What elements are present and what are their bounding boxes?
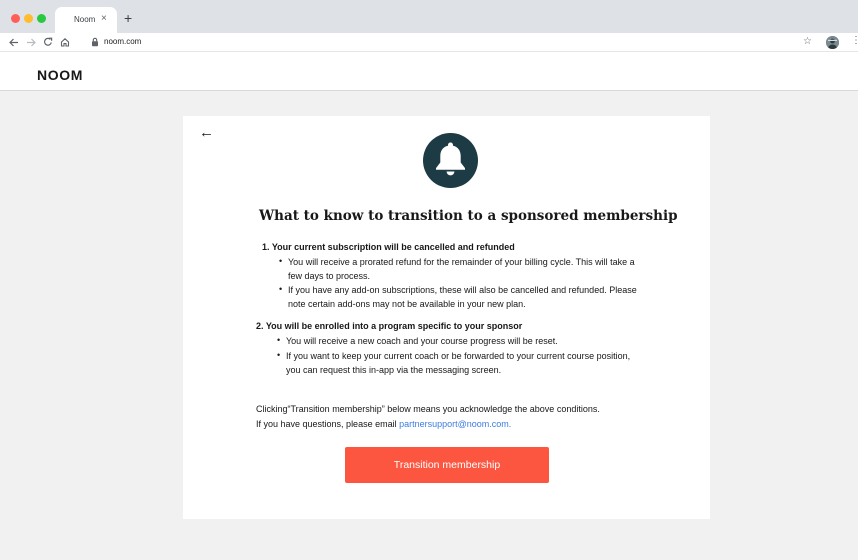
window-minimize-dot[interactable] [24,14,33,23]
browser-tab-bar: Noom × + [0,0,858,33]
transition-card: ← What to know to transition to a sponso… [183,116,710,519]
bullet-dot: • [277,350,281,360]
forward-icon[interactable] [26,38,36,47]
window-maximize-dot[interactable] [37,14,46,23]
bullet-dot: • [279,284,283,294]
address-bar: noom.com ☆ ⋮ [0,33,858,52]
bullet-text-1-2: If you have any add-on subscriptions, th… [288,285,637,310]
reload-icon[interactable] [43,37,53,47]
page-title: What to know to transition to a sponsore… [259,208,678,224]
acknowledgement-line-1: Clicking“Transition membership” below me… [256,404,600,414]
bullet-text-1-1: You will receive a prorated refund for t… [288,257,635,282]
questions-text: If you have questions, please email [256,419,400,429]
avatar-image [826,36,839,49]
section-heading-2: 2. You will be enrolled into a program s… [256,321,523,331]
bullet-dot: • [277,335,281,345]
acknowledgement-text: Clicking“Transition membership” below me… [256,402,600,432]
star-icon[interactable]: ☆ [803,36,812,47]
support-email-link[interactable]: partnersupport@noom.com. [399,419,511,429]
tab-title: Noom [74,15,96,24]
back-arrow-icon[interactable]: ← [199,124,214,142]
browser-tab[interactable]: Noom × [55,7,117,33]
tab-close-icon[interactable]: × [101,13,107,24]
url-text[interactable]: noom.com [104,37,141,46]
new-tab-icon[interactable]: + [124,11,132,25]
back-icon[interactable] [9,38,19,47]
noom-logo[interactable]: NOOM [37,67,83,83]
acknowledgement-line-2: If you have questions, please email part… [256,417,600,432]
more-icon[interactable]: ⋮ [851,35,858,46]
home-icon[interactable] [60,37,70,47]
bullet-text-2-1: You will receive a new coach and your co… [286,336,558,346]
bullet-text-2-2: If you want to keep your current coach o… [286,351,631,376]
bell-badge [423,133,478,188]
window-close-dot[interactable] [11,14,20,23]
bullet-dot: • [279,256,283,266]
site-header: NOOM [0,52,858,91]
transition-membership-button[interactable]: Transition membership [345,447,549,483]
lock-icon [92,37,98,47]
bell-icon [436,142,465,176]
profile-avatar[interactable] [826,36,839,49]
section-heading-1: 1. Your current subscription will be can… [262,242,515,252]
